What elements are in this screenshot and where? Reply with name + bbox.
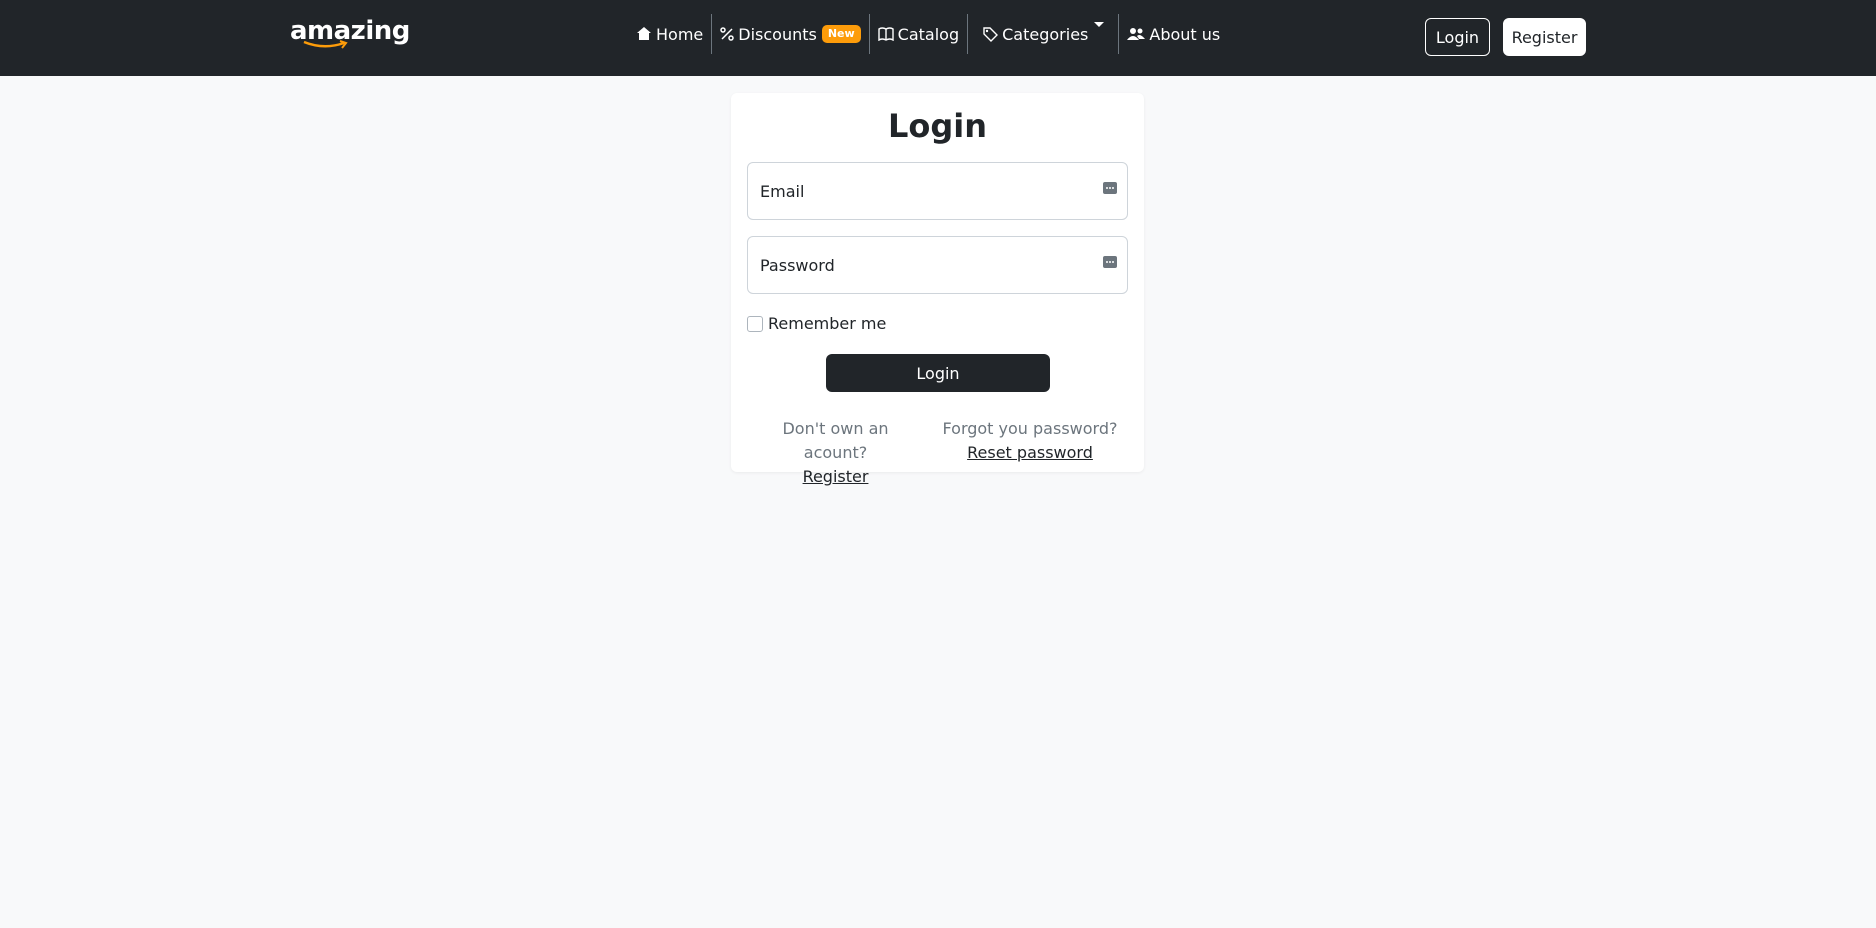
- email-field-wrapper: [747, 162, 1128, 220]
- tag-icon: [983, 27, 999, 42]
- forgot-password-text: Forgot you password?: [942, 419, 1118, 438]
- remember-me-checkbox[interactable]: [747, 315, 763, 332]
- nav-item-label: Catalog: [897, 24, 960, 44]
- password-manager-icon[interactable]: [1103, 255, 1117, 269]
- chevron-down-icon: [1094, 21, 1105, 27]
- brand-smile-icon: [303, 40, 348, 49]
- nav-item-label: Home: [656, 24, 704, 44]
- register-link[interactable]: Register: [752, 465, 919, 489]
- header-register-button[interactable]: Register: [1503, 18, 1586, 56]
- password-field-wrapper: [747, 236, 1128, 294]
- home-icon: [637, 27, 651, 40]
- email-field[interactable]: [748, 163, 1127, 219]
- nav-item-label: Discounts: [738, 24, 817, 44]
- percent-icon: [720, 27, 734, 41]
- nav-item-label: About us: [1149, 24, 1221, 44]
- page-title: Login: [887, 107, 988, 145]
- register-prompt: Don't own an acount? Register: [752, 417, 919, 489]
- remember-me[interactable]: Remember me: [747, 314, 886, 333]
- header-login-button[interactable]: Login: [1425, 18, 1490, 56]
- brand-logo[interactable]: amazing: [290, 16, 410, 56]
- book-icon: [877, 27, 894, 41]
- nav-item-label: Categories: [1002, 24, 1089, 44]
- main-nav: Home Discounts New Catalog Categories Ab…: [628, 14, 1228, 54]
- register-prompt-text: Don't own an acount?: [782, 419, 889, 462]
- nav-item-home[interactable]: Home: [628, 14, 711, 54]
- reset-password-link[interactable]: Reset password: [941, 441, 1119, 465]
- new-badge: New: [821, 25, 861, 43]
- forgot-password-prompt: Forgot you password? Reset password: [941, 417, 1119, 465]
- remember-me-label: Remember me: [768, 314, 887, 333]
- login-submit-button[interactable]: Login: [826, 354, 1050, 392]
- nav-item-about[interactable]: About us: [1119, 14, 1228, 54]
- nav-item-categories[interactable]: Categories: [968, 14, 1118, 54]
- nav-item-catalog[interactable]: Catalog: [870, 14, 967, 54]
- people-icon: [1127, 28, 1146, 40]
- nav-item-discounts[interactable]: Discounts New: [712, 14, 868, 54]
- password-manager-icon[interactable]: [1103, 181, 1117, 195]
- top-navbar: amazing Home Discounts New Catalog Categ…: [0, 0, 1876, 76]
- password-field[interactable]: [748, 237, 1127, 293]
- login-card: Login Remember me Login Don't own an aco…: [731, 93, 1144, 486]
